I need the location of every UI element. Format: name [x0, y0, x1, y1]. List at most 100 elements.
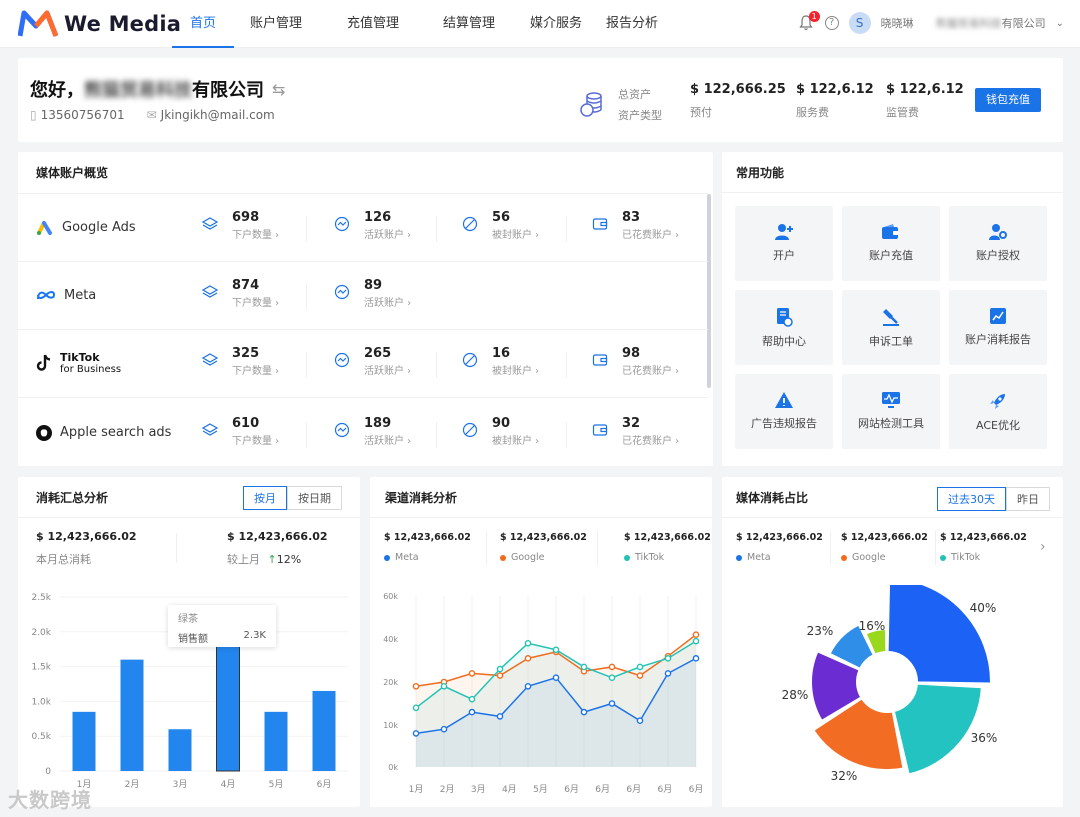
stat-banned-accounts[interactable]: 56 被封账户 › [462, 210, 539, 246]
switch-company-icon[interactable]: ⇆ [272, 80, 285, 99]
x-tick-label: 5月 [533, 784, 548, 795]
y-tick-label: 1.5k [31, 663, 51, 673]
stat-opened-accounts[interactable]: 325 下户数量 › [202, 346, 279, 382]
media-name: Meta [64, 287, 97, 303]
avatar[interactable]: S [848, 12, 871, 34]
tab-yesterday[interactable]: 昨日 [1006, 487, 1050, 511]
pie-label: 40% [970, 601, 997, 615]
stat-active-accounts[interactable]: 265 活跃账户 › [334, 346, 411, 382]
phone-number: ▯ 13560756701 [30, 108, 125, 122]
channel-google-summary: $ 12,423,666.02 Google [500, 532, 587, 563]
function-ad-violation-report[interactable]: 广告违规报告 [735, 374, 833, 449]
layers-icon [202, 285, 218, 298]
stat-opened-accounts[interactable]: 698 下户数量 › [202, 210, 279, 246]
data-point [412, 683, 420, 690]
user-key-icon [989, 224, 1007, 240]
channel-meta-summary: $ 12,423,666.02 Meta [384, 532, 471, 563]
share-meta-summary: $ 12,423,666.02 Meta [736, 532, 823, 563]
data-point [496, 713, 504, 720]
stat-opened-accounts[interactable]: 874 下户数量 › [202, 278, 279, 314]
rocket-icon [990, 394, 1005, 409]
function-open-account[interactable]: 开户 [735, 206, 833, 281]
activity-icon [334, 352, 350, 368]
apple-icon [36, 424, 52, 441]
section-title: 渠道消耗分析 [385, 491, 458, 505]
share-tiktok-summary: $ 12,423,666.02 TikTok [940, 532, 1027, 563]
wallet-icon [592, 424, 608, 436]
section-title: 消耗汇总分析 [36, 491, 109, 505]
y-tick-label: 0.5k [31, 732, 51, 742]
pie-label: 23% [807, 624, 834, 638]
stat-spent-accounts[interactable]: 83 已花费账户 › [592, 210, 679, 246]
nav-media-services[interactable]: 媒介服务 [510, 0, 602, 48]
stat-banned-accounts[interactable]: 16 被封账户 › [462, 346, 539, 382]
nav-report-analysis[interactable]: 报告分析 [602, 0, 662, 48]
asset-prepaid-label: 预付 [690, 106, 712, 119]
bar [120, 659, 144, 771]
activity-icon [334, 284, 350, 300]
media-name: Google Ads [62, 219, 136, 235]
asset-type-label: 资产类型 [618, 109, 662, 122]
pie-label: 32% [831, 769, 858, 783]
y-tick-label: 0 [45, 767, 51, 777]
media-share-card: 媒体消耗占比 过去30天 昨日 $ 12,423,666.02 Meta $ 12… [722, 477, 1063, 807]
notification-bell[interactable]: 1 [798, 11, 820, 31]
username[interactable]: 晓晓琳 [881, 15, 914, 31]
function-account-authorization[interactable]: 账户授权 [949, 206, 1047, 281]
function-help-center[interactable]: 帮助中心 [735, 290, 833, 365]
y-tick-label: 60k [383, 592, 398, 601]
company-blurred: 熊猫贸易科技 [84, 80, 192, 101]
total-asset-label: 总资产 [618, 88, 651, 101]
help-icon[interactable]: ? [824, 16, 839, 30]
y-tick-label: 2.0k [31, 628, 51, 638]
top-navigation-bar: We Media 首页 账户管理 充值管理 结算管理 媒介服务 报告分析 1 ?… [0, 0, 1080, 48]
channel-tiktok-summary: $ 12,423,666.02 TikTok [624, 532, 711, 563]
data-point [608, 700, 616, 707]
data-point [692, 631, 700, 639]
stat-active-accounts[interactable]: 89 活跃账户 › [334, 278, 411, 314]
nav-settlement-management[interactable]: 结算管理 [428, 0, 510, 48]
stat-spent-accounts[interactable]: 98 已花费账户 › [592, 346, 679, 382]
brand-logo[interactable]: We Media [18, 10, 181, 38]
tab-by-month[interactable]: 按月 [243, 486, 287, 510]
nav-account-management[interactable]: 账户管理 [234, 0, 318, 48]
data-point [580, 663, 588, 671]
data-point [608, 663, 616, 671]
tab-last-30-days[interactable]: 过去30天 [937, 487, 1006, 511]
function-appeal-ticket[interactable]: 申诉工单 [842, 290, 940, 365]
stat-active-accounts[interactable]: 126 活跃账户 › [334, 210, 411, 246]
mail-icon: ✉ [146, 108, 157, 122]
pie-label: 36% [971, 731, 998, 745]
x-tick-label: 6月 [658, 784, 673, 795]
chevron-right-icon[interactable]: › [1040, 539, 1046, 555]
x-tick-label: 4月 [502, 784, 517, 795]
pie-slice [892, 682, 983, 776]
stat-opened-accounts[interactable]: 610 下户数量 › [202, 416, 279, 452]
tab-by-date[interactable]: 按日期 [287, 486, 342, 510]
ban-icon [462, 216, 478, 232]
asset-service-fee-value: $ 122,6.12 [796, 82, 874, 97]
change-percent: 12% [276, 553, 302, 566]
data-point [496, 665, 504, 673]
function-ace-optimization[interactable]: ACE优化 [949, 374, 1047, 449]
wallet-recharge-button[interactable]: 钱包充值 [975, 88, 1041, 112]
pie-label: 16% [859, 619, 886, 633]
nav-recharge-management[interactable]: 充值管理 [318, 0, 428, 48]
nav-home[interactable]: 首页 [172, 0, 234, 48]
stat-banned-accounts[interactable]: 90 被封账户 › [462, 416, 539, 452]
stat-spent-accounts[interactable]: 32 已花费账户 › [592, 416, 679, 452]
channel-consumption-card: 渠道消耗分析 $ 12,423,666.02 Meta $ 12,423,666.… [370, 477, 712, 807]
x-tick-label: 4月 [221, 779, 236, 790]
function-site-check-tool[interactable]: 网站检测工具 [842, 374, 940, 449]
ban-icon [462, 422, 478, 438]
chevron-down-icon[interactable]: ⌄ [1056, 18, 1064, 29]
stat-active-accounts[interactable]: 189 活跃账户 › [334, 416, 411, 452]
company-name-suffix[interactable]: 有限公司 [1002, 17, 1046, 30]
layers-icon [202, 423, 218, 436]
media-share-pie-chart: 40% 36% 32% 28% 23% 16% [782, 585, 998, 783]
function-account-recharge[interactable]: 账户充值 [842, 206, 940, 281]
data-point [440, 725, 448, 733]
add-user-icon [775, 224, 793, 240]
company-name-blurred: 熊猫贸易科技 [935, 17, 1002, 30]
function-consumption-report[interactable]: 账户消耗报告 [949, 290, 1047, 365]
